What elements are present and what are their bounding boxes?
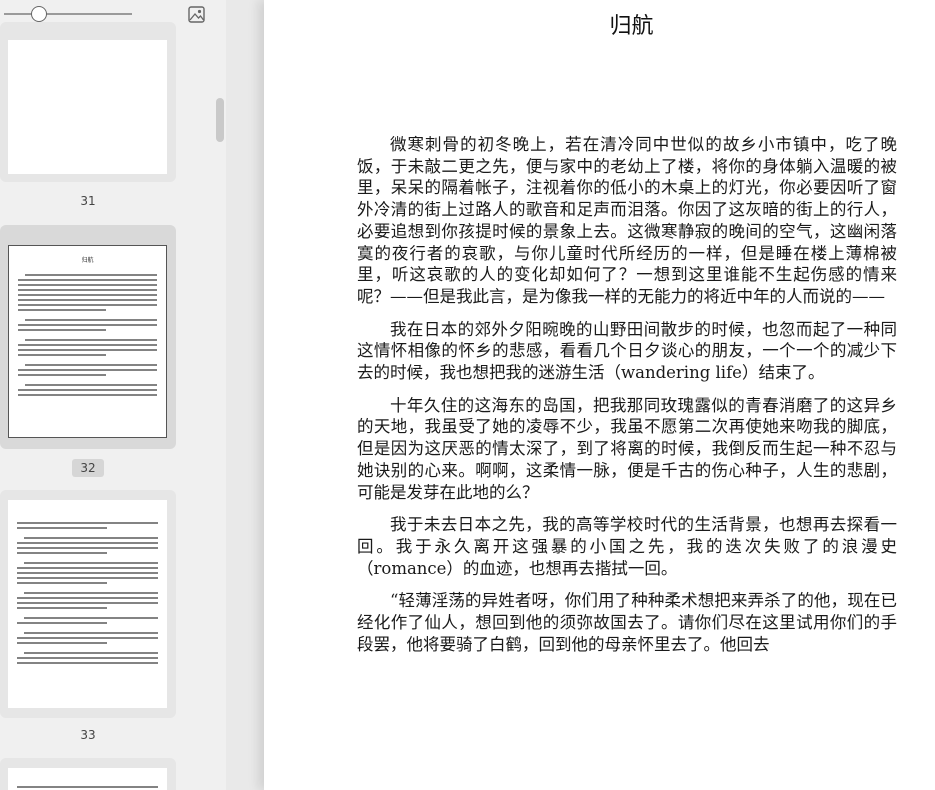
- page-preview: [8, 500, 167, 708]
- thumbnail-label: 33: [80, 728, 96, 742]
- image-icon[interactable]: [188, 6, 205, 23]
- sidebar-scrollbar-thumb[interactable]: [216, 98, 224, 142]
- thumbnail-page-33[interactable]: [0, 490, 176, 718]
- zoom-slider-handle[interactable]: [31, 6, 47, 22]
- page-preview: 归航: [8, 245, 167, 438]
- zoom-slider-track[interactable]: [4, 13, 132, 15]
- thumbnail-label: 32: [72, 459, 104, 477]
- paragraph: 我于未去日本之先，我的高等学校时代的生活背景，也想再去探看一回。我于永久离开这强…: [357, 515, 897, 578]
- thumbnail-sidebar: 31 归航 32 33: [0, 0, 226, 790]
- thumbnail-label: 31: [80, 194, 96, 208]
- paragraph: “轻薄淫荡的异姓者呀，你们用了种种柔术想把来弄杀了的他，现在已经化作了仙人，想回…: [357, 591, 897, 654]
- chapter-title: 归航: [609, 14, 654, 39]
- body-text: 微寒刺骨的初冬晚上，若在清冷同中世似的故乡小市镇中，吃了晚饭，于未敲二更之先，便…: [357, 134, 897, 666]
- thumbnail-page-31[interactable]: [0, 22, 176, 182]
- thumbnail-page-32[interactable]: 归航: [0, 225, 176, 449]
- thumbnail-title: 归航: [81, 257, 94, 264]
- page-preview: [8, 768, 167, 790]
- paragraph: 十年久住的这海东的岛国，把我那同玫瑰露似的青春消磨了的这异乡的天地，我虽受了她的…: [357, 395, 897, 502]
- paragraph: 我在日本的郊外夕阳晼晚的山野田间散步的时候，也忽而起了一种同这情怀相像的怀乡的悲…: [357, 319, 897, 383]
- paragraph: 微寒刺骨的初冬晚上，若在清冷同中世似的故乡小市镇中，吃了晚饭，于未敲二更之先，便…: [357, 135, 897, 306]
- document-page: 归航 微寒刺骨的初冬晚上，若在清冷同中世似的故乡小市镇中，吃了晚饭，于未敲二更之…: [264, 0, 935, 790]
- thumbnail-page-next[interactable]: [0, 758, 176, 790]
- page-preview: [8, 40, 167, 174]
